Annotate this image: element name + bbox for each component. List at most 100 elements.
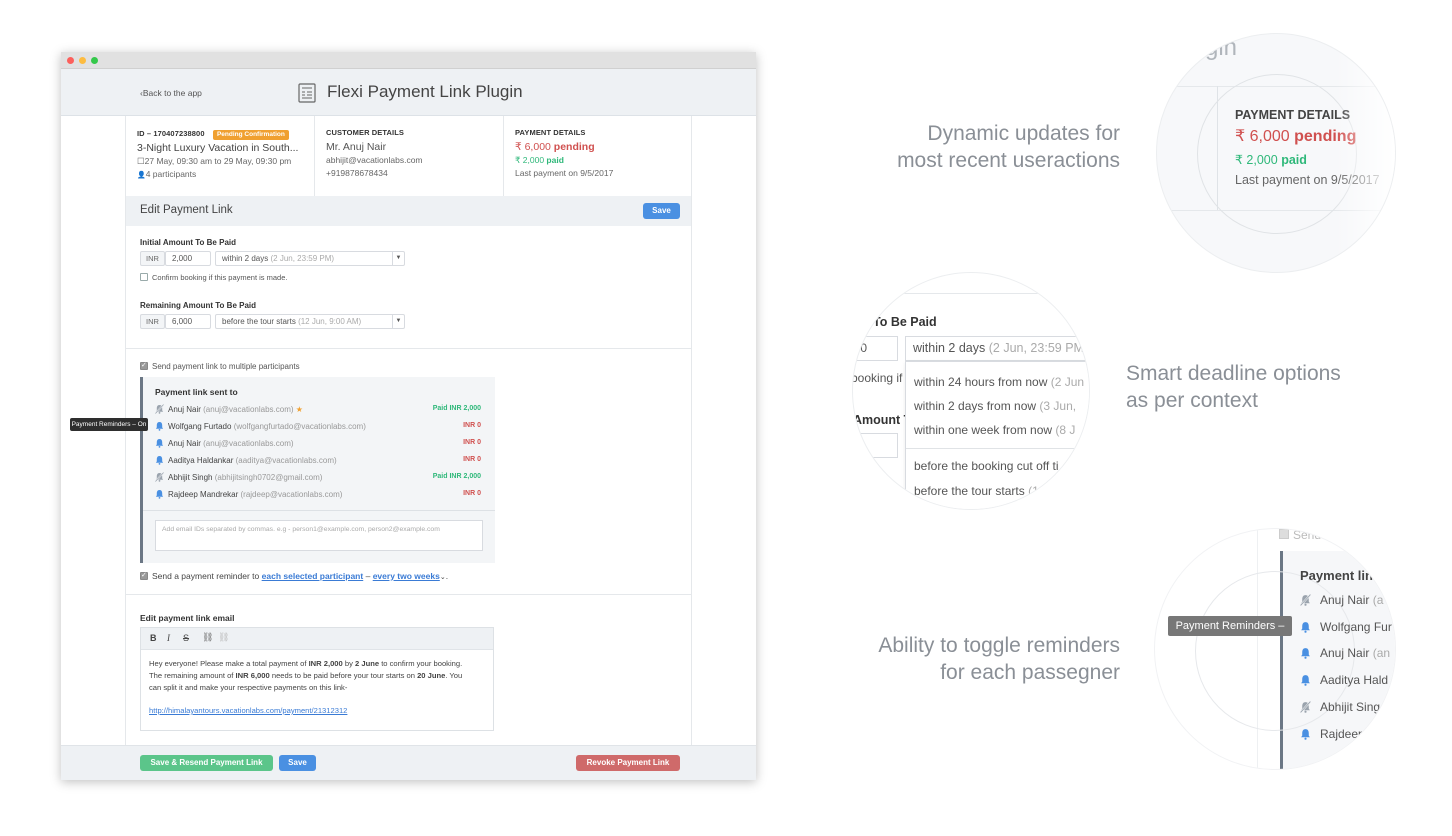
bell-icon[interactable] bbox=[155, 455, 164, 465]
option-one-week[interactable]: within one week from now (8 J bbox=[914, 423, 1075, 437]
editor-toolbar: B I S ⛓ ⛓ bbox=[141, 628, 493, 650]
participant-amount: INR 0 bbox=[463, 439, 481, 446]
deadline-dropdown: within 24 hours from now (2 Jun within 2… bbox=[905, 361, 1089, 509]
bell-icon[interactable] bbox=[1300, 621, 1311, 633]
bell-off-icon[interactable] bbox=[154, 471, 165, 483]
customer-name: Mr. Anuj Nair bbox=[326, 141, 387, 153]
booking-dates: 27 May, 09:30 am to 29 May, 09:30 pm bbox=[144, 156, 292, 166]
confirm-booking-checkbox[interactable] bbox=[140, 273, 148, 281]
remaining-amount-input[interactable]: 6,000 bbox=[165, 314, 211, 329]
participant-amount: INR 0 bbox=[463, 490, 481, 497]
initial-deadline-select[interactable]: within 2 days (2 Jun, 23:59 PM) ▼ bbox=[215, 251, 405, 266]
deadline-select-zoom[interactable]: within 2 days (2 Jun, 23:59 PM bbox=[905, 336, 1089, 361]
initial-currency: INR bbox=[140, 251, 165, 266]
person-icon: 👤 bbox=[137, 172, 146, 179]
participant-name: Rajdeep Mandrekar bbox=[168, 490, 239, 499]
reminder-sentence: Send a payment reminder to each selected… bbox=[152, 571, 449, 581]
reminder-checkbox[interactable] bbox=[140, 571, 148, 580]
participant-name: Wolfgang Furtado bbox=[168, 422, 232, 431]
save-resend-button[interactable]: Save & Resend Payment Link bbox=[140, 755, 273, 771]
caret-down-icon: ▼ bbox=[392, 315, 404, 328]
caret-down-icon: ▼ bbox=[392, 252, 404, 265]
strikethrough-icon[interactable]: S bbox=[183, 633, 189, 643]
link-icon[interactable]: ⛓ bbox=[202, 632, 213, 643]
last-payment: Last payment on 9/5/2017 bbox=[515, 168, 614, 178]
pending-amount: ₹ 6,000 bbox=[515, 141, 551, 153]
unlink-icon[interactable]: ⛓ bbox=[218, 632, 229, 643]
remaining-amount-label: Remaining Amount To Be Paid bbox=[140, 301, 257, 310]
edit-title: Edit Payment Link bbox=[140, 204, 233, 216]
customer-info: CUSTOMER DETAILS Mr. Anuj Nair abhijit@v… bbox=[326, 126, 496, 206]
footer-bar: Save & Resend Payment Link Save Revoke P… bbox=[61, 745, 756, 780]
multi-participant-checkbox[interactable] bbox=[140, 361, 148, 370]
participant-name: Anuj Nair bbox=[168, 439, 201, 448]
footer-save-button[interactable]: Save bbox=[279, 755, 316, 771]
star-icon: ★ bbox=[293, 405, 303, 414]
revoke-button[interactable]: Revoke Payment Link bbox=[576, 755, 680, 771]
initial-amount-label: Initial Amount To Be Paid bbox=[140, 238, 236, 247]
feature-smart-deadlines: Smart deadline options as per context bbox=[1126, 362, 1341, 412]
participant-email: (aaditya@vacationlabs.com) bbox=[235, 456, 337, 465]
participant-row: Anuj Nair (anuj@vacationlabs.com) ★ Paid … bbox=[154, 401, 481, 418]
edit-header: Edit Payment Link Save bbox=[126, 196, 691, 226]
main-panel: ID – 170407238800 Pending Confirmation 3… bbox=[125, 116, 692, 745]
bell-icon[interactable] bbox=[155, 489, 164, 499]
participant-row: Wolfgang Furtado (wolfgangfurtado@vacati… bbox=[155, 418, 481, 435]
participant-row: Rajdeep Mandrekar (rajdeep@vacationlabs.… bbox=[155, 486, 481, 503]
option-24-hours[interactable]: within 24 hours from now (2 Jun bbox=[914, 375, 1084, 389]
close-window-button[interactable] bbox=[67, 57, 74, 64]
bell-icon[interactable] bbox=[1300, 647, 1311, 660]
participant-amount: Paid INR 2,000 bbox=[432, 473, 481, 480]
participant-row: Aaditya Haldankar (aaditya@vacationlabs.… bbox=[155, 452, 481, 469]
booking-participants: 4 participants bbox=[145, 169, 197, 179]
participant-email: (abhijitsingh0702@gmail.com) bbox=[214, 473, 323, 482]
back-link[interactable]: ‹Back to the app bbox=[140, 88, 202, 98]
bell-icon[interactable] bbox=[1300, 728, 1311, 740]
participant-amount: Paid INR 2,000 bbox=[432, 405, 481, 412]
participant-amount: INR 0 bbox=[463, 456, 481, 463]
participant-row: Anuj Nair (anuj@vacationlabs.com) INR 0 bbox=[155, 435, 481, 452]
reminder-frequency-link[interactable]: every two weeks bbox=[373, 571, 440, 581]
booking-info: ID – 170407238800 Pending Confirmation 3… bbox=[137, 126, 317, 206]
zoom-reminder-tooltip: Payment Reminders – On bbox=[1168, 616, 1292, 652]
maximize-window-button[interactable] bbox=[91, 57, 98, 64]
participant-email: (anuj@vacationlabs.com) bbox=[203, 439, 294, 448]
multi-participant-label: Send payment link to multiple participan… bbox=[152, 362, 300, 371]
bell-off-icon[interactable] bbox=[1299, 593, 1312, 607]
confirm-booking-label: Confirm booking if this payment is made. bbox=[152, 273, 288, 282]
booking-id: ID – 170407238800 bbox=[137, 129, 205, 138]
participants-title: Payment link sent to bbox=[155, 387, 238, 397]
status-badge: Pending Confirmation bbox=[212, 130, 289, 140]
remaining-deadline-select[interactable]: before the tour starts (12 Jun, 9:00 AM)… bbox=[215, 314, 405, 329]
participant-name: Abhijit Singh bbox=[168, 473, 213, 482]
participant-email: (anuj@vacationlabs.com) bbox=[203, 405, 294, 414]
bold-icon[interactable]: B bbox=[150, 633, 157, 643]
minimize-window-button[interactable] bbox=[79, 57, 86, 64]
payment-info: PAYMENT DETAILS ₹ 6,000 pending ₹ 2,000 … bbox=[515, 126, 685, 206]
italic-icon[interactable]: I bbox=[167, 633, 170, 643]
participant-name: Aaditya Haldankar bbox=[168, 456, 234, 465]
participants-panel: Payment link sent to Anuj Nair (anuj@vac… bbox=[140, 377, 495, 563]
option-tour-starts[interactable]: before the tour starts (1 bbox=[914, 484, 1039, 498]
bell-off-icon[interactable] bbox=[1299, 700, 1312, 713]
bell-icon[interactable] bbox=[155, 438, 164, 448]
participant-amount: INR 0 bbox=[463, 422, 481, 429]
email-section-title: Edit payment link email bbox=[140, 613, 235, 623]
customer-email: abhijit@vacationlabs.com bbox=[326, 155, 423, 165]
bell-icon[interactable] bbox=[1300, 674, 1311, 686]
zoom-reminder-toggles: Send Payment lin Anuj Nair (a Wolfgang Fu… bbox=[1154, 528, 1396, 770]
save-button[interactable]: Save bbox=[643, 203, 680, 219]
participant-name: Anuj Nair bbox=[168, 405, 201, 414]
payment-link[interactable]: http://himalayantours.vacationlabs.com/p… bbox=[149, 705, 489, 717]
calendar-icon: ☐ bbox=[137, 156, 145, 166]
reminder-recipient-link[interactable]: each selected participant bbox=[262, 571, 364, 581]
bell-icon[interactable] bbox=[155, 421, 164, 431]
email-ids-input[interactable]: Add email IDs separated by commas. e.g -… bbox=[155, 520, 483, 551]
bell-off-icon[interactable] bbox=[154, 403, 165, 415]
app-window: ‹Back to the app Flexi Payment Link Plug… bbox=[61, 52, 756, 780]
initial-amount-input[interactable]: 2,000 bbox=[165, 251, 211, 266]
option-2-days[interactable]: within 2 days from now (3 Jun, bbox=[914, 399, 1076, 413]
option-booking-cutoff[interactable]: before the booking cut off ti bbox=[914, 459, 1059, 473]
remaining-currency: INR bbox=[140, 314, 165, 329]
email-body[interactable]: Hey everyone! Please make a total paymen… bbox=[149, 658, 489, 717]
